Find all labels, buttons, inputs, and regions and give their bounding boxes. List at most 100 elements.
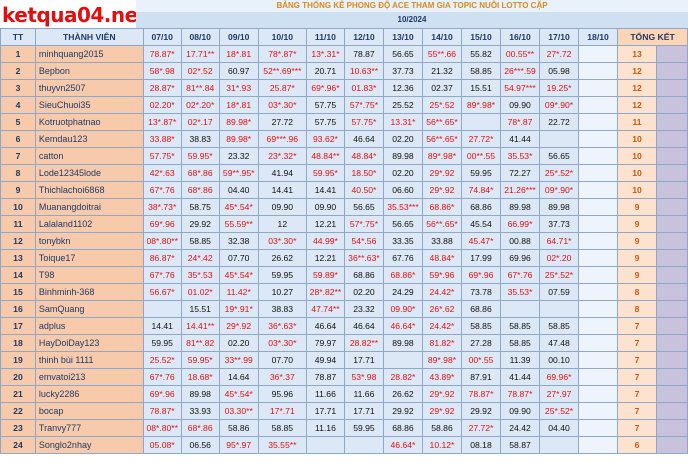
score-cell: 11.66	[305, 385, 345, 403]
score-cell: 21.32	[421, 62, 462, 80]
score-cell: 18*.81	[218, 96, 259, 114]
total-extra-cell	[656, 113, 688, 131]
score-cell	[578, 130, 619, 148]
member-name: thuyvn2507	[34, 79, 144, 97]
table-row: 10 Muanangdoitrai 38*.73* 58.75 45*.54* 09.90…	[0, 198, 688, 216]
score-cell	[578, 351, 619, 369]
score-cell: 26.62	[382, 385, 423, 403]
score-cell: 68.86	[460, 198, 502, 216]
score-cell: 69.96*	[539, 368, 580, 386]
score-cell: 02.20*	[142, 96, 182, 114]
score-cell	[578, 232, 619, 250]
score-cell: 26*.62	[421, 300, 462, 318]
score-cell: 58.85	[460, 62, 502, 80]
score-cell: 04.40	[539, 419, 580, 437]
score-cell: 25*.52*	[539, 402, 580, 420]
score-cell: 00*.55	[460, 351, 502, 369]
total-extra-cell	[656, 249, 688, 267]
score-cell: 26***.59	[499, 62, 541, 80]
score-cell: 43.89*	[421, 368, 462, 386]
total-extra-cell	[656, 96, 688, 114]
score-cell: 33.93	[180, 402, 220, 420]
score-cell: 12.21	[305, 215, 345, 233]
score-cell: 78*.87*	[257, 45, 307, 63]
score-cell: 69***.96	[257, 130, 307, 148]
table-row: 3 thuyvn2507 28.87* 81**.84 31*.93 25.87* 69*.…	[0, 79, 688, 97]
score-cell: 81**.84	[180, 79, 220, 97]
score-cell: 24.42*	[421, 317, 462, 335]
total-extra-cell	[656, 198, 688, 216]
total-count: 7	[617, 351, 658, 369]
score-cell: 59*.96	[421, 266, 462, 284]
score-cell: 42*.63	[142, 164, 182, 182]
member-name: SamQuang	[34, 300, 144, 318]
member-name: thinh bùi 1111	[34, 351, 144, 369]
score-cell: 09*.90*	[539, 181, 580, 199]
score-cell: 46.64	[343, 130, 384, 148]
header-date: 18/10	[578, 28, 619, 46]
member-name: SieuChuoi35	[34, 96, 144, 114]
score-cell: 89.98	[180, 385, 220, 403]
score-cell: 72.27	[499, 164, 541, 182]
score-cell: 33.35	[382, 232, 423, 250]
member-name: Lode12345lode	[34, 164, 144, 182]
score-cell: 89*.98*	[460, 96, 502, 114]
site-logo[interactable]: ketqua04.net	[2, 2, 147, 28]
score-cell: 02.20	[382, 164, 423, 182]
row-number: 20	[0, 368, 36, 386]
row-number: 18	[0, 334, 36, 352]
score-cell: 03*.30*	[257, 232, 307, 250]
score-cell: 14.41**	[180, 317, 220, 335]
score-cell: 55.59**	[218, 215, 259, 233]
score-cell: 89*.98*	[421, 351, 462, 369]
score-cell: 56**.65*	[421, 215, 462, 233]
score-cell: 78.87*	[460, 385, 502, 403]
row-number: 17	[0, 317, 36, 335]
score-cell: 53*.98	[343, 368, 384, 386]
total-extra-cell	[656, 334, 688, 352]
header-date: 10/10	[257, 28, 307, 46]
table-row: 22 bocap 78.87* 33.93 03.30** 17*.71 17.71 17.7…	[0, 402, 688, 420]
total-extra-cell	[656, 300, 688, 318]
total-count: 12	[617, 62, 658, 80]
score-cell: 45.47*	[460, 232, 502, 250]
score-cell: 41.44	[499, 368, 541, 386]
score-cell: 24.42*	[421, 283, 462, 301]
score-cell	[578, 402, 619, 420]
total-extra-cell	[656, 45, 688, 63]
score-cell: 68*.86	[180, 164, 220, 182]
score-cell: 57.75	[305, 96, 345, 114]
score-cell: 58.85	[180, 232, 220, 250]
score-cell: 29*.92	[421, 164, 462, 182]
score-cell: 95*.97	[218, 436, 259, 454]
score-cell: 56.65	[539, 147, 580, 165]
score-cell: 18.68*	[180, 368, 220, 386]
header-date: 09/10	[218, 28, 259, 46]
row-number: 2	[0, 62, 36, 80]
table-row: 18 HayDoiDay123 59.95 81**.82 02.20 03*.30* 79…	[0, 334, 688, 352]
score-cell: 57.75	[305, 113, 345, 131]
total-extra-cell	[656, 130, 688, 148]
score-cell: 52**.69***	[257, 62, 307, 80]
member-name: lucky2286	[34, 385, 144, 403]
score-cell: 18.50*	[343, 164, 384, 182]
member-name: Kemdau123	[34, 130, 144, 148]
score-cell: 89*.98*	[421, 147, 462, 165]
score-cell: 69*.96*	[305, 79, 345, 97]
score-cell	[578, 436, 619, 454]
score-cell	[578, 283, 619, 301]
score-cell: 56.65	[382, 45, 423, 63]
header-tt: TT	[0, 28, 36, 46]
total-count: 10	[617, 164, 658, 182]
score-cell: 59**.95*	[218, 164, 259, 182]
score-cell: 17*.71	[257, 402, 307, 420]
score-cell: 27.72	[257, 113, 307, 131]
score-cell: 67.76	[382, 249, 423, 267]
score-cell: 29.92	[382, 402, 423, 420]
score-cell: 02.37	[421, 79, 462, 97]
header-row: TT THÀNH VIÊN 07/10 08/10 09/10 10/10 11…	[0, 28, 688, 46]
score-cell	[578, 113, 619, 131]
total-count: 9	[617, 198, 658, 216]
total-count: 12	[617, 79, 658, 97]
score-cell: 05.08*	[142, 436, 182, 454]
